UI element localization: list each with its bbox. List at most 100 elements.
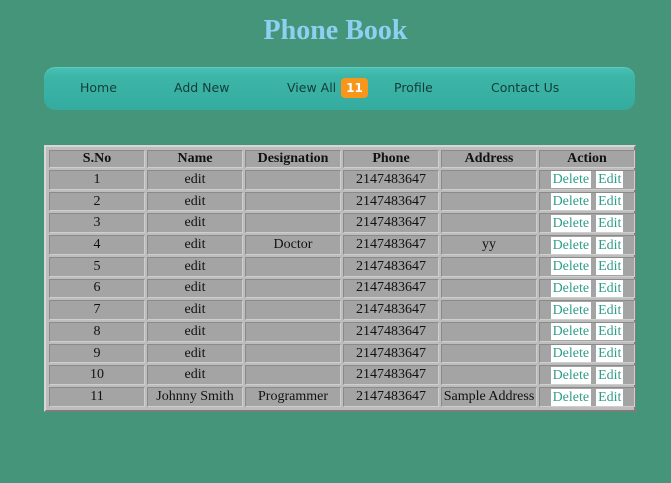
edit-button[interactable]: Edit: [596, 345, 624, 363]
cell-designation: [245, 213, 341, 234]
delete-button[interactable]: Delete: [550, 171, 592, 189]
cell-address: [441, 256, 537, 277]
cell-name: edit: [147, 300, 243, 321]
cell-name: edit: [147, 322, 243, 342]
cell-action: Delete Edit: [539, 343, 635, 364]
edit-button[interactable]: Edit: [596, 301, 624, 319]
cell-phone: 2147483647: [343, 191, 439, 212]
cell-name: Johnny Smith: [147, 387, 243, 407]
delete-button[interactable]: Delete: [550, 214, 592, 232]
cell-designation: [245, 170, 341, 190]
cell-sno: 7: [49, 300, 145, 321]
cell-address: [441, 322, 537, 342]
cell-address: [441, 191, 537, 212]
table-row: 7 edit 2147483647 Delete Edit: [49, 300, 635, 321]
edit-button[interactable]: Edit: [596, 258, 624, 276]
header-designation: Designation: [245, 150, 341, 168]
delete-button[interactable]: Delete: [550, 279, 592, 297]
table-row: 8 edit 2147483647 Delete Edit: [49, 322, 635, 342]
cell-sno: 6: [49, 278, 145, 299]
delete-button[interactable]: Delete: [550, 301, 592, 319]
edit-button[interactable]: Edit: [596, 388, 624, 406]
cell-designation: Doctor: [245, 235, 341, 255]
cell-address: [441, 343, 537, 364]
edit-button[interactable]: Edit: [596, 323, 624, 341]
edit-button[interactable]: Edit: [596, 236, 624, 254]
table-row: 3 edit 2147483647 Delete Edit: [49, 213, 635, 234]
cell-name: edit: [147, 191, 243, 212]
edit-button[interactable]: Edit: [596, 366, 624, 384]
delete-button[interactable]: Delete: [550, 388, 592, 406]
nav-item-view-all[interactable]: View All: [287, 80, 336, 95]
cell-designation: [245, 278, 341, 299]
cell-address: [441, 365, 537, 386]
edit-button[interactable]: Edit: [596, 279, 624, 297]
cell-action: Delete Edit: [539, 256, 635, 277]
delete-button[interactable]: Delete: [550, 345, 592, 363]
cell-action: Delete Edit: [539, 213, 635, 234]
cell-name: edit: [147, 235, 243, 255]
delete-button[interactable]: Delete: [550, 193, 592, 211]
contacts-table-frame: S.No Name Designation Phone Address Acti…: [44, 145, 636, 412]
cell-phone: 2147483647: [343, 235, 439, 255]
table-row: 9 edit 2147483647 Delete Edit: [49, 343, 635, 364]
cell-designation: [245, 191, 341, 212]
edit-button[interactable]: Edit: [596, 214, 624, 232]
page-title: Phone Book: [263, 15, 408, 46]
contacts-table: S.No Name Designation Phone Address Acti…: [47, 148, 637, 409]
cell-address: yy: [441, 235, 537, 255]
delete-button[interactable]: Delete: [550, 366, 592, 384]
nav-bar: Home Add New View All 11 Profile Contact…: [44, 67, 635, 110]
cell-action: Delete Edit: [539, 170, 635, 190]
header-sno: S.No: [49, 150, 145, 168]
cell-address: [441, 278, 537, 299]
edit-button[interactable]: Edit: [596, 171, 624, 189]
cell-address: [441, 170, 537, 190]
cell-name: edit: [147, 170, 243, 190]
cell-phone: 2147483647: [343, 300, 439, 321]
nav-item-home[interactable]: Home: [80, 80, 117, 95]
cell-designation: [245, 322, 341, 342]
cell-sno: 11: [49, 387, 145, 407]
cell-phone: 2147483647: [343, 170, 439, 190]
cell-phone: 2147483647: [343, 387, 439, 407]
cell-designation: [245, 343, 341, 364]
cell-action: Delete Edit: [539, 278, 635, 299]
cell-phone: 2147483647: [343, 256, 439, 277]
table-row: 11 Johnny Smith Programmer 2147483647 Sample…: [49, 387, 635, 407]
table-header-row: S.No Name Designation Phone Address Acti…: [49, 150, 635, 168]
cell-phone: 2147483647: [343, 365, 439, 386]
cell-action: Delete Edit: [539, 300, 635, 321]
cell-designation: [245, 256, 341, 277]
cell-name: edit: [147, 256, 243, 277]
nav-item-profile[interactable]: Profile: [394, 80, 433, 95]
cell-action: Delete Edit: [539, 387, 635, 407]
cell-designation: [245, 365, 341, 386]
view-all-count-badge: 11: [341, 78, 368, 98]
cell-action: Delete Edit: [539, 191, 635, 212]
cell-action: Delete Edit: [539, 322, 635, 342]
cell-name: edit: [147, 343, 243, 364]
cell-designation: [245, 300, 341, 321]
cell-sno: 10: [49, 365, 145, 386]
header-action: Action: [539, 150, 635, 168]
cell-action: Delete Edit: [539, 235, 635, 255]
cell-name: edit: [147, 365, 243, 386]
cell-designation: Programmer: [245, 387, 341, 407]
table-row: 4 edit Doctor 2147483647 yy Delete Edit: [49, 235, 635, 255]
cell-phone: 2147483647: [343, 343, 439, 364]
nav-item-add-new[interactable]: Add New: [174, 80, 229, 95]
cell-name: edit: [147, 213, 243, 234]
cell-address: [441, 300, 537, 321]
delete-button[interactable]: Delete: [550, 258, 592, 276]
table-row: 5 edit 2147483647 Delete Edit: [49, 256, 635, 277]
nav-item-contact-us[interactable]: Contact Us: [491, 80, 559, 95]
delete-button[interactable]: Delete: [550, 236, 592, 254]
cell-sno: 4: [49, 235, 145, 255]
header-name: Name: [147, 150, 243, 168]
edit-button[interactable]: Edit: [596, 193, 624, 211]
cell-address: [441, 213, 537, 234]
header-address: Address: [441, 150, 537, 168]
cell-sno: 9: [49, 343, 145, 364]
delete-button[interactable]: Delete: [550, 323, 592, 341]
